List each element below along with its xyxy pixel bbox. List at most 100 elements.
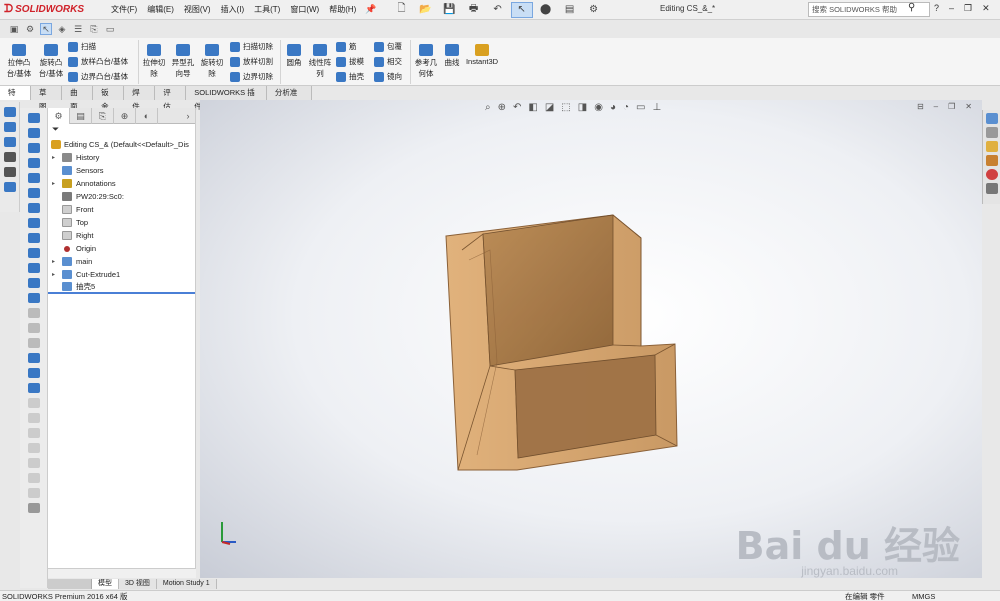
options-icon[interactable]: ⚙ (583, 2, 605, 18)
wrap-button[interactable]: 包覆 (374, 41, 402, 52)
extruded-cut-button[interactable]: 拉伸切 除 (140, 44, 168, 79)
menu-window[interactable]: 窗口(W) (285, 4, 324, 15)
menu-tools[interactable]: 工具(T) (249, 4, 285, 15)
select-icon[interactable]: ↖ (510, 1, 533, 18)
help-icon[interactable]: ? (934, 3, 939, 14)
intersect-button[interactable]: 相交 (374, 56, 402, 67)
lofted-cut-button[interactable]: 放样切割 (230, 56, 273, 67)
expand-arrow-icon[interactable]: ▸ (52, 180, 62, 187)
tab-motion-study[interactable]: Motion Study 1 (156, 579, 217, 589)
curves-button[interactable]: 曲线 (440, 44, 464, 68)
tree-icon[interactable]: ⚙ (24, 23, 36, 35)
open-icon[interactable]: 📂 (415, 2, 437, 18)
tree-item-sensors[interactable]: Sensors (48, 164, 195, 177)
horizontal-scrollbar[interactable] (48, 568, 196, 578)
loft-button[interactable]: 放样凸台/基体 (68, 56, 128, 67)
tree-item-cut-extrude[interactable]: ▸ Cut-Extrude1 (48, 268, 195, 281)
point-icon[interactable] (3, 152, 16, 162)
tab-model[interactable]: 模型 (92, 579, 119, 589)
swept-cut-button[interactable]: 扫描切除 (230, 41, 273, 52)
sweep-button[interactable]: 扫描 (68, 41, 96, 52)
part-model[interactable] (200, 100, 982, 578)
cut-icon[interactable] (27, 308, 40, 318)
cut-sweep-icon[interactable] (27, 338, 40, 348)
reference-geometry-button[interactable]: 参考几 何体 (412, 44, 440, 79)
tree-item-history[interactable]: ▸ History (48, 151, 195, 164)
configuration-manager-tab-icon[interactable]: ⎘ (92, 108, 114, 124)
scroll-down-icon[interactable] (27, 503, 40, 513)
mirror-icon[interactable] (27, 263, 40, 273)
chamfer-icon[interactable] (27, 188, 40, 198)
tree-item-front-plane[interactable]: Front (48, 203, 195, 216)
view-palette-icon[interactable] (985, 155, 998, 166)
file-explorer-icon[interactable] (985, 141, 998, 152)
tab-weldments[interactable]: 焊件 (124, 86, 156, 111)
design-library-icon[interactable] (985, 127, 998, 138)
tree-root[interactable]: Editing CS_& (Default<<Default>_Dis (48, 138, 195, 151)
tab-evaluate[interactable]: 评估 (155, 86, 187, 111)
rib-icon[interactable] (27, 248, 40, 258)
selection-filter-icon[interactable]: ↖ (40, 23, 52, 35)
search-icon[interactable]: ⚲ (908, 2, 922, 16)
close-icon[interactable]: ✕ (982, 3, 990, 14)
boundary-cut-button[interactable]: 边界切除 (230, 71, 273, 82)
hole-icon[interactable] (27, 233, 40, 243)
expand-arrow-icon[interactable]: ▸ (52, 271, 62, 278)
properties-icon[interactable]: ▣ (8, 23, 20, 35)
tab-surfaces[interactable]: 曲面 (62, 86, 94, 111)
reference-icon[interactable] (27, 353, 40, 363)
graphics-area[interactable]: ⌕ ⊕ ↶ ◧ ◪ ⬚ ◨ ◉ ◕ ◔ ▭ ⊥ ⊟ – ❐ ✕ Bai du 经… (200, 100, 982, 578)
curve-icon[interactable] (27, 383, 40, 393)
tab-sketch[interactable]: 草图 (31, 86, 63, 111)
appearance-icon[interactable]: ◈ (56, 23, 68, 35)
tree-item-origin[interactable]: Origin (48, 242, 195, 255)
draft-button[interactable]: 拔模 (336, 56, 364, 67)
print-icon[interactable]: 🖶 (463, 2, 485, 18)
restore-icon[interactable]: ❐ (964, 3, 972, 14)
tree-item-main[interactable]: ▸ main (48, 255, 195, 268)
tab-navigation-arrows[interactable] (48, 579, 92, 589)
mirror-button[interactable]: 镜向 (374, 71, 402, 82)
filter-icon[interactable]: ⏷ (48, 124, 195, 138)
copy-icon[interactable]: ⎘ (88, 23, 100, 35)
line-icon[interactable] (3, 122, 16, 132)
home-icon[interactable] (985, 113, 998, 124)
file-properties-icon[interactable]: ▤ (559, 2, 581, 18)
cut-revolve-icon[interactable] (27, 323, 40, 333)
tab-analysis-prep[interactable]: 分析准备 (266, 86, 312, 111)
rebuild-icon[interactable] (3, 167, 16, 177)
extruded-boss-button[interactable]: 拉伸凸 台/基体 (4, 44, 34, 79)
tree-item-top-plane[interactable]: Top (48, 216, 195, 229)
tree-item-right-plane[interactable]: Right (48, 229, 195, 242)
list-icon[interactable]: ☰ (72, 23, 84, 35)
menu-help[interactable]: 帮助(H) (324, 4, 361, 15)
status-units[interactable]: MMGS (912, 592, 935, 601)
sketch-icon[interactable] (3, 107, 16, 117)
instant3d-button[interactable]: Instant3D (464, 44, 500, 66)
menu-view[interactable]: 视图(V) (179, 4, 216, 15)
appearances-icon[interactable] (985, 169, 998, 180)
hole-wizard-button[interactable]: 异型孔 向导 (168, 44, 198, 79)
boundary-boss-button[interactable]: 边界凸台/基体 (68, 71, 128, 82)
expand-arrow-icon[interactable]: ▸ (52, 258, 62, 265)
feature-manager-tab-icon[interactable]: ⚙ (48, 108, 70, 124)
linear-pattern-button[interactable]: 线性阵 列 (306, 44, 334, 79)
fillet-button[interactable]: 圆角 (282, 44, 306, 68)
loft-icon[interactable] (27, 158, 40, 168)
minimize-icon[interactable]: – (949, 3, 954, 14)
wrap-icon[interactable] (27, 293, 40, 303)
draft-icon[interactable] (27, 218, 40, 228)
paste-icon[interactable]: ▭ (104, 23, 116, 35)
menu-edit[interactable]: 编辑(E) (142, 4, 179, 15)
menu-file[interactable]: 文件(F) (106, 4, 142, 15)
tree-item-annotations[interactable]: ▸ Annotations (48, 177, 195, 190)
smart-dimension-icon[interactable] (3, 182, 16, 192)
chevron-right-icon[interactable]: › (181, 108, 195, 124)
rib-button[interactable]: 筋 (336, 41, 357, 52)
tree-item-material[interactable]: PW20:29:Sc0: (48, 190, 195, 203)
new-document-icon[interactable]: 🗋 (391, 2, 413, 18)
expand-arrow-icon[interactable]: ▸ (52, 154, 62, 161)
shell-icon[interactable] (27, 203, 40, 213)
revolved-boss-button[interactable]: 旋转凸 台/基体 (36, 44, 66, 79)
revolved-cut-button[interactable]: 旋转切 除 (198, 44, 226, 79)
